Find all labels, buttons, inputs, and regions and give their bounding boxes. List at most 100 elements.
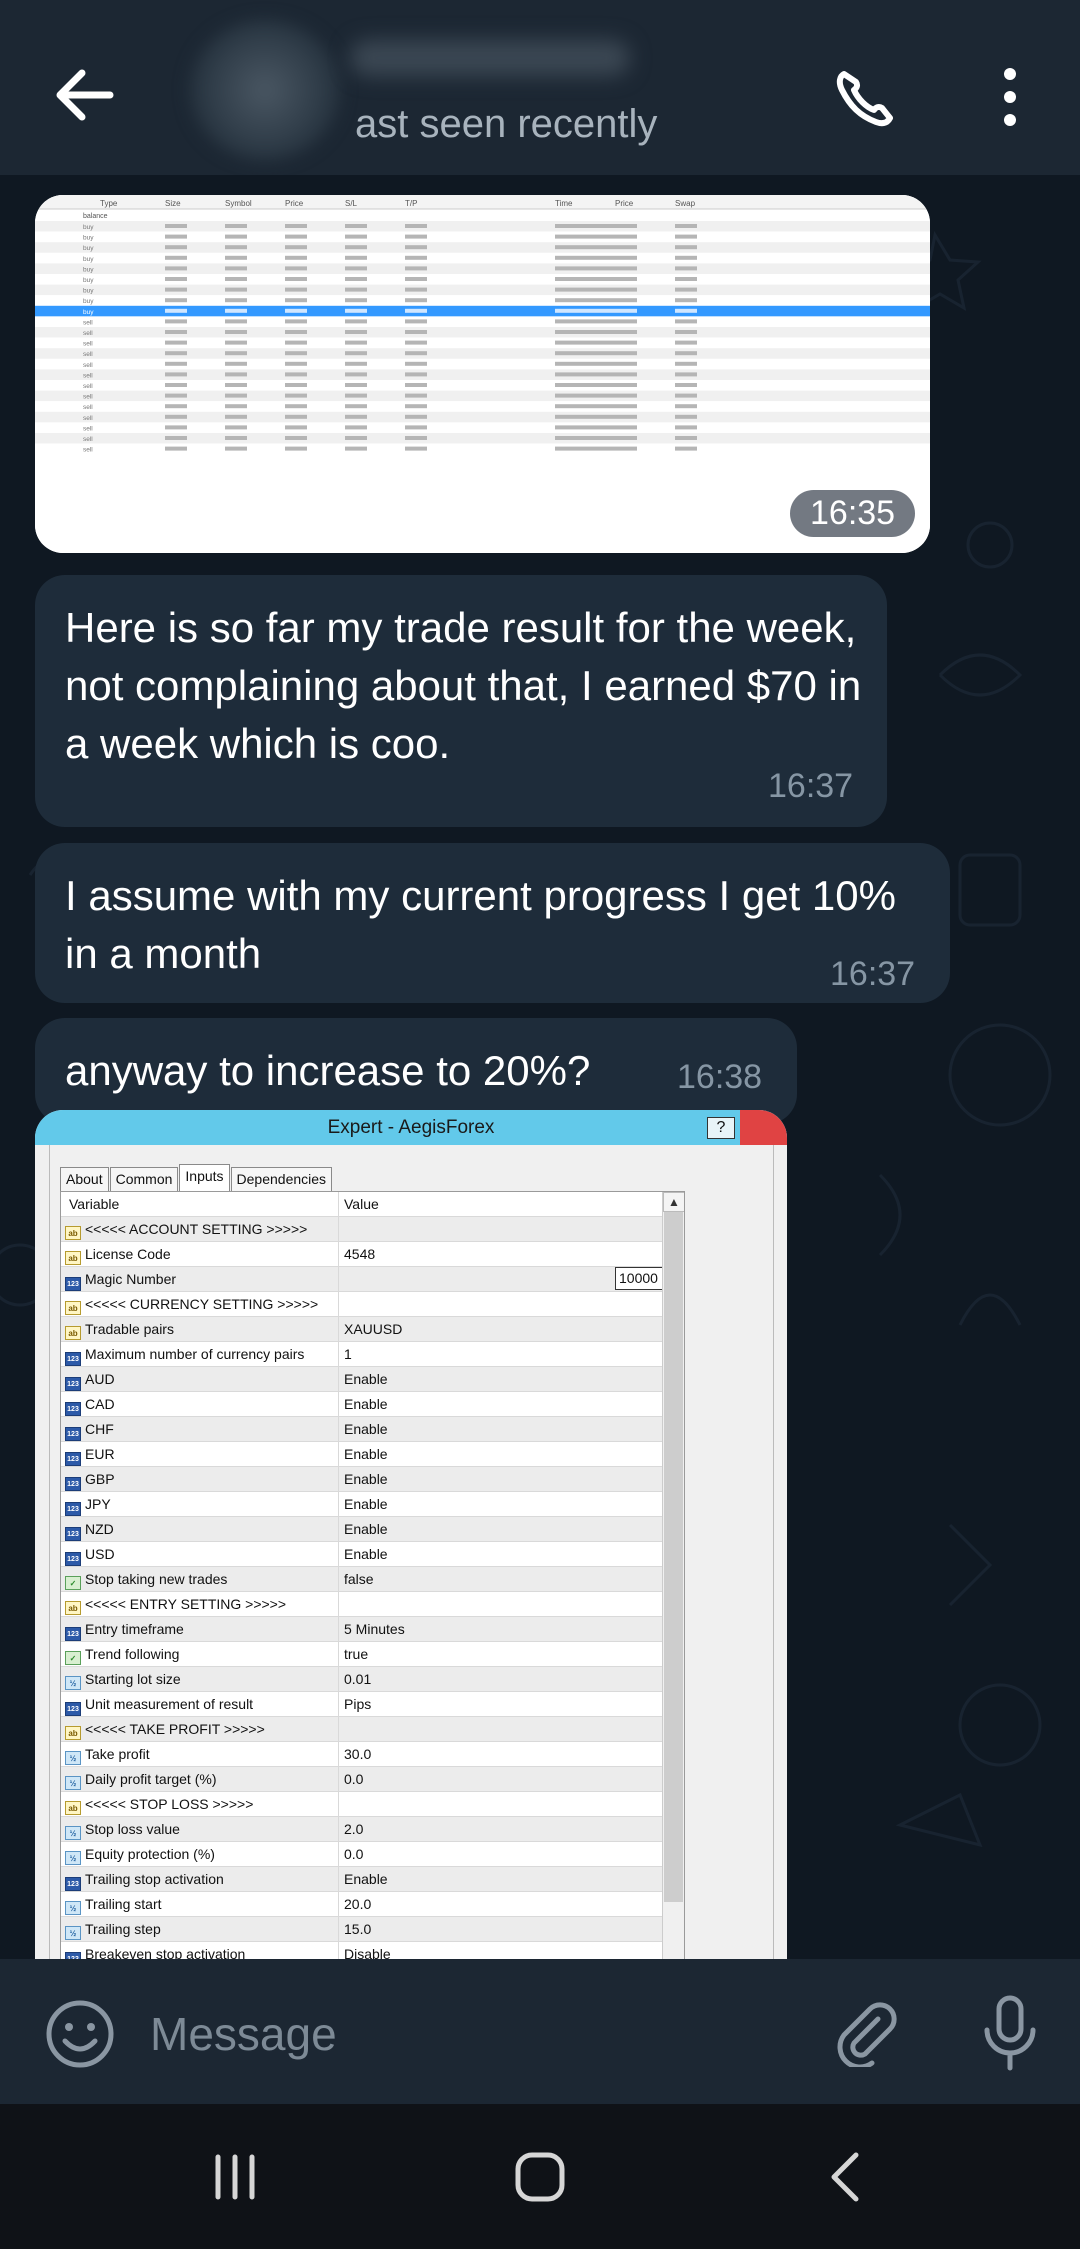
row-type: buy [83, 256, 94, 263]
more-vert-icon[interactable] [990, 62, 1030, 132]
cell-text-blur [675, 393, 697, 398]
cell-text-blur [675, 308, 697, 313]
variable-name: ab <<<<< ENTRY SETTING >>>>> [61, 1592, 339, 1617]
input-row: 123 GBP Enable [61, 1467, 662, 1492]
contact-name-redacted[interactable] [350, 40, 630, 76]
cell-text-blur [615, 414, 637, 419]
variable-name: 123 AUD [61, 1367, 339, 1392]
cell-text-blur [165, 372, 187, 377]
cell-text-blur [405, 404, 427, 409]
row-type: buy [83, 235, 94, 242]
message-bubble[interactable]: anyway to increase to 20%? 16:38 [35, 1018, 797, 1124]
input-row: ½ Starting lot size 0.01 [61, 1667, 662, 1692]
row-type: buy [83, 288, 94, 295]
dialog-body: About Common Inputs Dependencies Variabl… [49, 1145, 774, 1959]
cell-text-blur [285, 319, 307, 324]
cell-text-blur [675, 351, 697, 356]
column-header: Time [555, 199, 573, 208]
row-type: buy [83, 266, 94, 273]
param-type-icon: ½ [65, 1751, 81, 1765]
microphone-icon[interactable] [975, 1994, 1045, 2074]
variable-value: 0.0 [344, 1771, 364, 1787]
emoji-icon[interactable] [45, 1999, 115, 2069]
cell-text-blur [405, 414, 427, 419]
cell-text-blur [555, 436, 615, 440]
message-time: 16:37 [768, 767, 854, 805]
cell-text-blur [165, 308, 187, 313]
chat-header: ast seen recently [0, 0, 1080, 175]
param-type-icon: ab [65, 1726, 81, 1740]
attach-icon[interactable] [830, 1997, 900, 2067]
input-row: ab <<<<< ACCOUNT SETTING >>>>> [61, 1217, 662, 1242]
column-header-variable: Variable [61, 1192, 339, 1217]
cell-text-blur [165, 404, 187, 409]
cell-text-blur [345, 255, 367, 260]
variable-value: true [344, 1646, 369, 1662]
chat-area[interactable]: Type Size Symbol Price S/L T/P Time Price Swap ba… [0, 175, 1080, 1959]
tab-common: Common [109, 1167, 179, 1191]
cell-text-blur [225, 266, 247, 271]
cell-text-blur [555, 298, 615, 303]
cell-text-blur [405, 319, 427, 324]
cell-text-blur [675, 372, 697, 377]
cell-text-blur [675, 266, 697, 271]
param-type-icon: ½ [65, 1851, 81, 1865]
cell-text-blur [555, 234, 615, 239]
message-bubble[interactable]: Here is so far my trade result for the w… [35, 575, 887, 827]
variable-value: Enable [344, 1546, 388, 1562]
param-type-icon: 123 [65, 1477, 81, 1491]
expert-settings-screenshot[interactable]: Expert - AegisForex ? About Common Input… [35, 1110, 787, 1959]
variable-value [339, 1217, 662, 1242]
cell-text-blur [165, 436, 187, 440]
variable-value: Enable [344, 1496, 388, 1512]
param-type-icon: 123 [65, 1527, 81, 1541]
cell-text-blur [345, 266, 367, 271]
cell-text-blur [405, 330, 427, 334]
cell-text-blur [405, 298, 427, 303]
cell-text-blur [405, 436, 427, 440]
input-row: 123 CHF Enable [61, 1417, 662, 1442]
cell-text-blur [405, 224, 427, 228]
nav-back-icon[interactable] [820, 2149, 870, 2204]
message-input[interactable] [150, 1999, 750, 2069]
cell-text-blur [555, 393, 615, 398]
row-type: sell [83, 372, 93, 379]
input-row: ½ Stop loss value 2.0 [61, 1817, 662, 1842]
cell-text-blur [225, 298, 247, 303]
column-header: Swap [675, 199, 696, 208]
cell-text-blur [285, 266, 307, 271]
variable-value: 20.0 [344, 1896, 372, 1912]
phone-icon[interactable] [830, 62, 900, 132]
help-icon: ? [707, 1117, 735, 1139]
cell-text-blur [675, 298, 697, 303]
recent-apps-icon[interactable] [210, 2149, 260, 2204]
home-icon[interactable] [510, 2149, 570, 2204]
input-row: ab <<<<< CURRENCY SETTING >>>>> [61, 1292, 662, 1317]
cell-text-blur [555, 425, 615, 430]
variable-name: ½ Trailing step [61, 1917, 339, 1942]
param-type-icon: 123 [65, 1552, 81, 1566]
cell-text-blur [345, 277, 367, 281]
cell-text-blur [225, 224, 247, 228]
cell-text-blur [615, 404, 637, 409]
variable-value [339, 1592, 662, 1617]
avatar[interactable] [190, 20, 340, 160]
cell-text-blur [555, 446, 615, 451]
cell-text-blur [405, 255, 427, 260]
back-arrow-icon[interactable] [50, 65, 120, 125]
cell-text-blur [285, 404, 307, 409]
message-bubble[interactable]: I assume with my current progress I get … [35, 843, 950, 1003]
cell-text-blur [165, 414, 187, 419]
cell-text-blur [405, 340, 427, 345]
cell-text-blur [615, 308, 637, 313]
param-type-icon: ✓ [65, 1576, 81, 1590]
cell-text-blur [615, 446, 637, 451]
input-row: 123Breakeven stop activation Disable [61, 1942, 662, 1959]
param-type-icon: 123 [65, 1877, 81, 1891]
column-header: T/P [405, 199, 417, 208]
variable-value: 2.0 [344, 1821, 364, 1837]
variable-name: ab <<<<< ACCOUNT SETTING >>>>> [61, 1217, 339, 1242]
input-row: ½ Equity protection (%) 0.0 [61, 1842, 662, 1867]
variable-name: 123Breakeven stop activation [61, 1942, 339, 1959]
param-type-icon: ½ [65, 1676, 81, 1690]
